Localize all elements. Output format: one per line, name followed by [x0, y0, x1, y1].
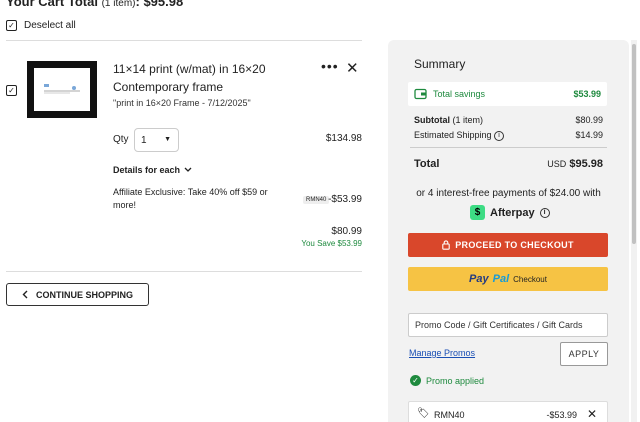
order-summary: Summary Total savings $53.99 Subtotal (1…: [388, 40, 629, 422]
qty-label: Qty: [113, 134, 129, 145]
chevron-down-icon: [184, 167, 192, 172]
summary-title: Summary: [414, 57, 466, 71]
info-icon[interactable]: i: [539, 207, 550, 218]
lock-icon: [442, 240, 450, 250]
paypal-checkout-label: Checkout: [513, 274, 547, 284]
scrollbar[interactable]: [631, 40, 637, 422]
continue-shopping-button[interactable]: CONTINUE SHOPPING: [6, 283, 149, 306]
item-subtitle: Contemporary frame: [113, 80, 224, 94]
total-row: Total USD $95.98: [414, 158, 603, 170]
checkout-label: PROCEED TO CHECKOUT: [455, 240, 574, 250]
details-toggle[interactable]: Details for each: [113, 165, 192, 175]
afterpay-label: Afterpay: [490, 206, 535, 219]
applied-code-amount: -$53.99: [546, 410, 577, 420]
continue-shopping-label: CONTINUE SHOPPING: [35, 289, 133, 300]
cart-title: Your Cart Total (1 item): $95.98: [6, 0, 183, 9]
qty-select[interactable]: 1 ▼: [134, 128, 179, 152]
cart-item-count: (1 item): [101, 0, 136, 9]
applied-code-row: 🏷 RMN40 -$53.99 ✕: [408, 401, 608, 422]
thumbnail-art: [44, 84, 80, 94]
remove-code-icon[interactable]: ✕: [587, 407, 597, 421]
you-save: You Save $53.99: [301, 239, 362, 248]
paypal-logo-pay: Pay: [469, 273, 489, 285]
item-thumbnail[interactable]: [27, 61, 97, 118]
scrollbar-thumb[interactable]: [632, 44, 636, 244]
tag-icon: 🏷: [417, 408, 430, 419]
details-label: Details for each: [113, 165, 181, 175]
total-currency: USD: [547, 159, 567, 169]
total-value: $95.98: [569, 158, 603, 170]
chevron-left-icon: [22, 290, 28, 299]
item-checkbox[interactable]: ✓: [6, 85, 17, 96]
shipping-row: Estimated Shipping i $14.99: [414, 130, 603, 141]
shipping-value: $14.99: [575, 130, 603, 140]
more-options-icon[interactable]: •••: [321, 58, 339, 74]
cart-total: : $95.98: [135, 0, 184, 9]
deselect-all-label: Deselect all: [24, 20, 76, 31]
promo-amount: -$53.99: [328, 194, 362, 205]
manage-promos-link[interactable]: Manage Promos: [409, 348, 475, 358]
total-savings-box: Total savings $53.99: [408, 82, 607, 106]
total-savings-value: $53.99: [573, 89, 601, 99]
item-description: "print in 16×20 Frame - 7/12/2025": [113, 98, 251, 108]
cart-title-label: Your Cart Total: [6, 0, 98, 9]
afterpay-row: $ Afterpay i: [470, 205, 550, 220]
subtotal-value: $80.99: [575, 115, 603, 125]
deselect-all-checkbox[interactable]: ✓: [6, 20, 17, 31]
check-circle-icon: ✓: [410, 375, 421, 386]
subtotal-row: Subtotal (1 item) $80.99: [414, 115, 603, 125]
shipping-label: Estimated Shipping: [414, 130, 492, 140]
divider: [6, 40, 362, 41]
promo-applied: ✓ Promo applied: [410, 375, 484, 386]
line-price: $134.98: [325, 133, 362, 144]
paypal-logo-pal: Pal: [492, 273, 510, 285]
paypal-checkout-button[interactable]: Pay Pal Checkout: [408, 267, 608, 291]
wallet-icon: [414, 88, 427, 100]
info-icon[interactable]: i: [494, 130, 505, 141]
applied-code-name: RMN40: [434, 410, 465, 420]
promo-code-tag: RMN40: [303, 196, 330, 204]
promo-applied-label: Promo applied: [426, 375, 485, 386]
afterpay-logo-icon: $: [470, 205, 485, 220]
promo-note: Affiliate Exclusive: Take 40% off $59 or…: [113, 187, 268, 210]
subtotal-count: (1 item): [452, 115, 484, 125]
apply-button[interactable]: APPLY: [560, 342, 608, 366]
divider: [410, 147, 607, 148]
promo-code-input[interactable]: [408, 313, 608, 337]
close-icon[interactable]: ✕: [346, 59, 359, 77]
installments-text: or 4 interest-free payments of $24.00 wi…: [416, 188, 601, 199]
divider: [6, 271, 362, 272]
total-savings-label: Total savings: [433, 89, 486, 99]
total-label: Total: [414, 158, 440, 170]
deselect-all[interactable]: ✓ Deselect all: [6, 20, 76, 31]
item-title[interactable]: 11×14 print (w/mat) in 16×20: [113, 62, 266, 76]
subtotal-label: Subtotal: [414, 115, 450, 125]
qty-value: 1: [141, 134, 147, 146]
proceed-to-checkout-button[interactable]: PROCEED TO CHECKOUT: [408, 233, 608, 257]
caret-down-icon: ▼: [164, 136, 171, 143]
thumbnail-mat: [34, 68, 90, 111]
final-price: $80.99: [331, 226, 362, 237]
